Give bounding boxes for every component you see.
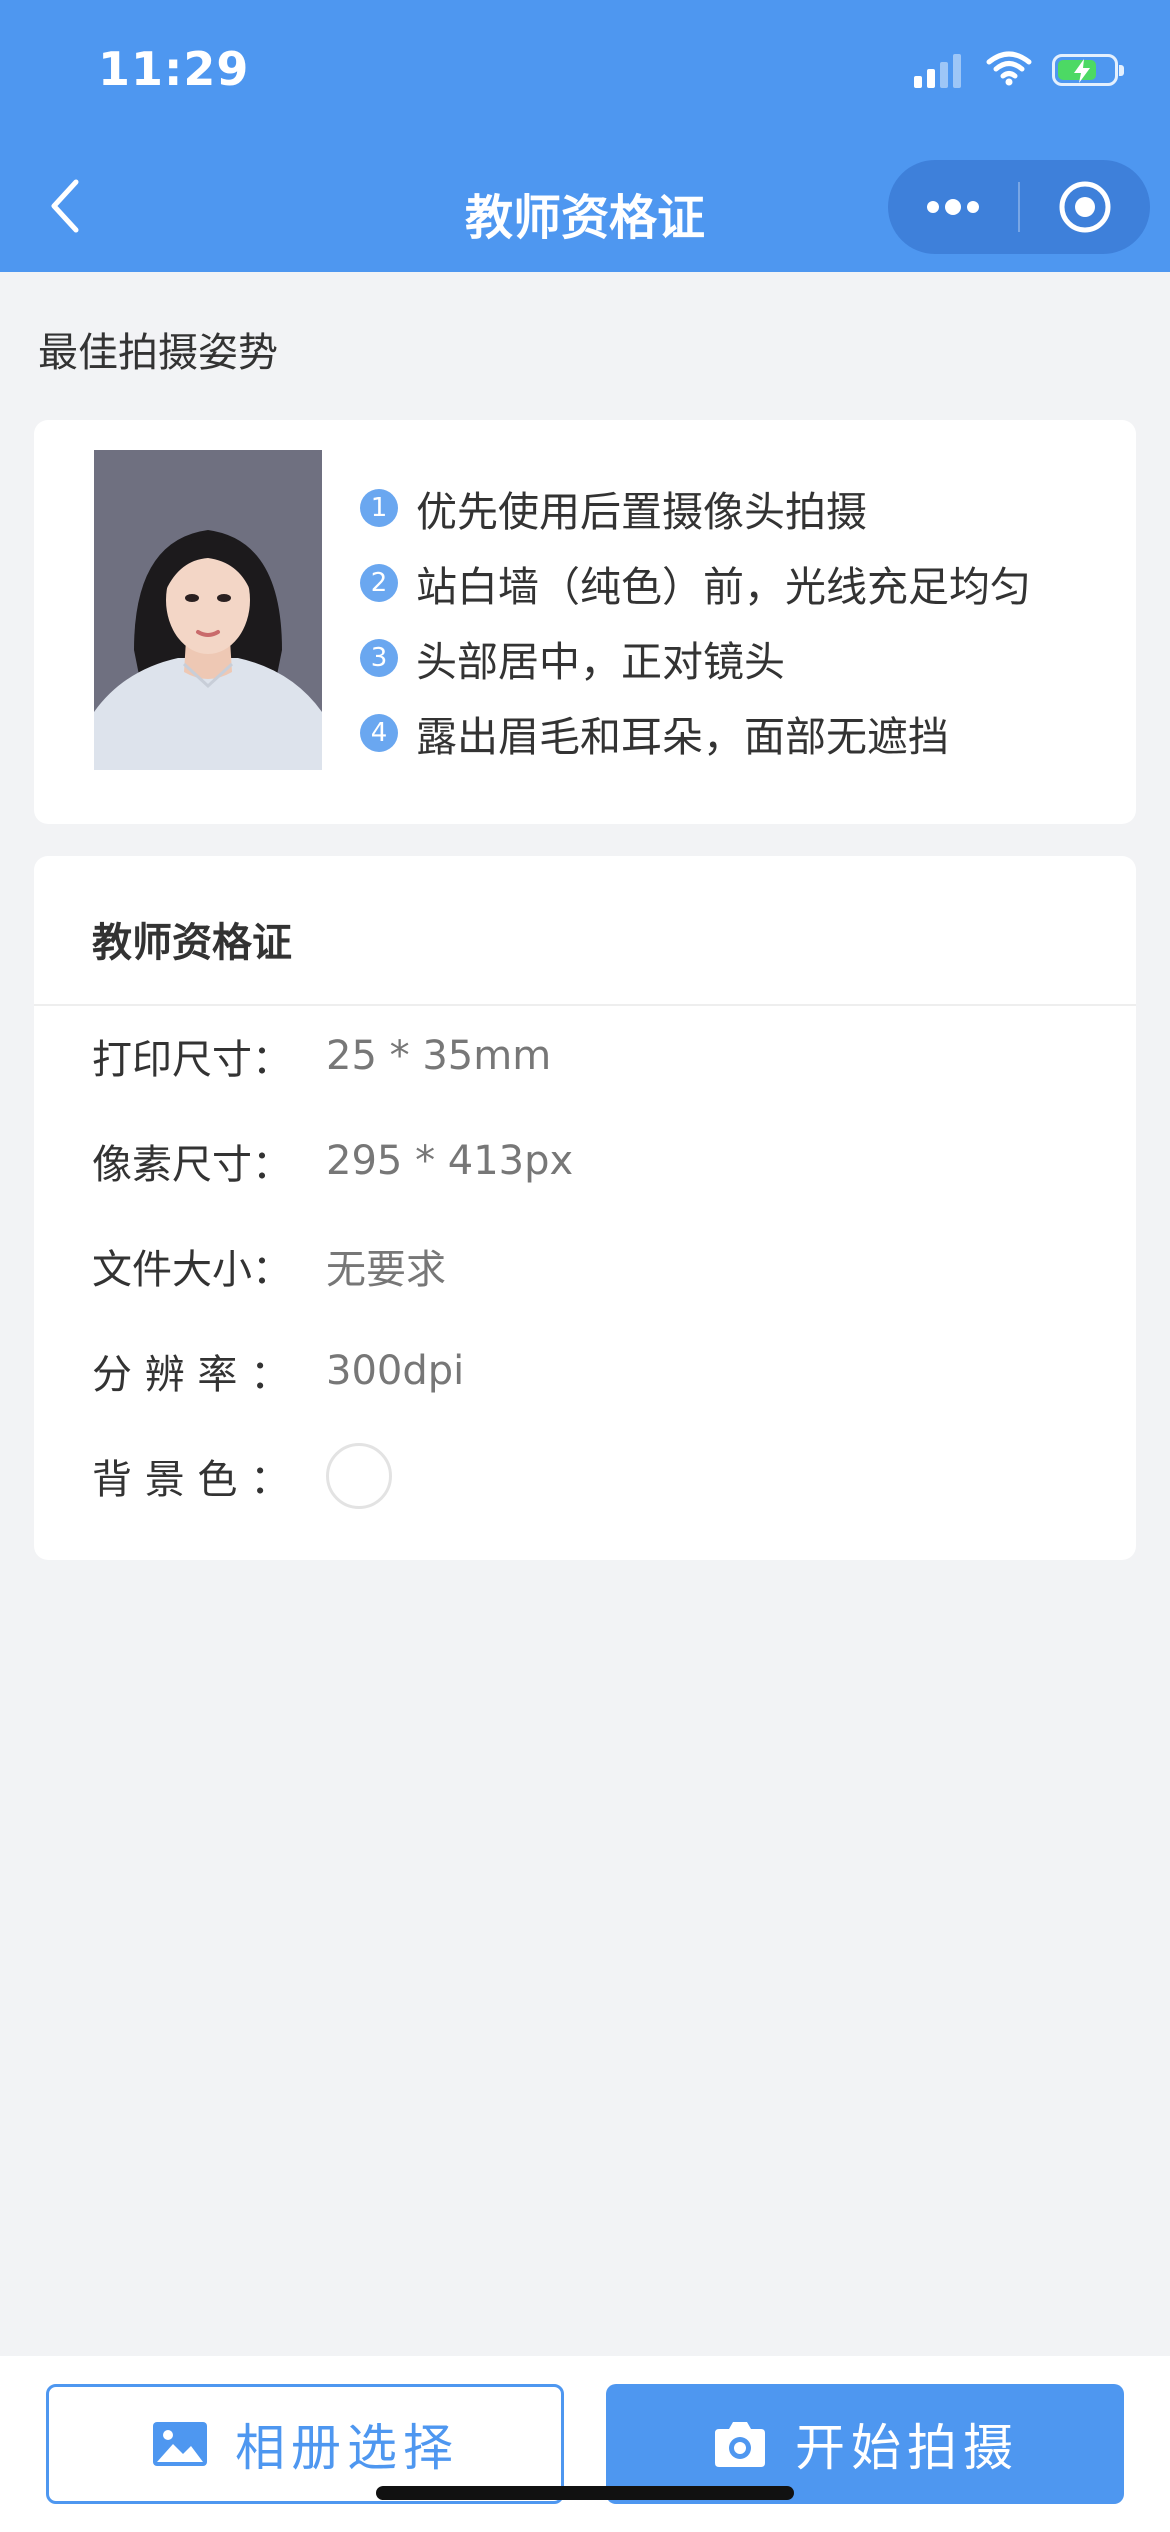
close-button[interactable] [1020, 160, 1150, 254]
spec-key: 背 景 色 ： [92, 1457, 291, 1503]
list-item: 3 头部居中，正对镜头 [360, 620, 1031, 695]
spec-value: 295 * 413px [326, 1138, 574, 1184]
list-item: 1 优先使用后置摄像头拍摄 [360, 470, 1031, 545]
album-select-label: 相册选择 [235, 2419, 459, 2477]
camera-icon [711, 2419, 769, 2469]
image-icon [151, 2420, 209, 2468]
spec-key: 分 辨 率 ： [92, 1352, 291, 1398]
nav-header: 11:29 教师资格证 [0, 0, 1170, 272]
tip-number-badge: 2 [360, 563, 398, 602]
divider [34, 1004, 1136, 1006]
tip-number-badge: 4 [360, 713, 398, 752]
sample-portrait-image [94, 450, 322, 770]
start-shooting-label: 开始拍摄 [795, 2419, 1019, 2477]
tip-number-badge: 1 [360, 488, 398, 527]
spec-key: 像素尺寸： [92, 1142, 292, 1188]
spec-value: 无要求 [326, 1247, 446, 1293]
mini-program-capsule [888, 160, 1150, 254]
spec-title: 教师资格证 [92, 920, 292, 966]
spec-row-resolution: 分 辨 率 ： 300dpi [92, 1331, 464, 1411]
spec-value: 25 * 35mm [326, 1033, 552, 1079]
status-icons [914, 50, 1124, 90]
spec-row-background-color: 背 景 色 ： [92, 1436, 392, 1516]
signal-icon [914, 52, 966, 88]
spec-row-print-size: 打印尺寸： 25 * 35mm [92, 1016, 551, 1096]
wifi-icon [986, 50, 1032, 90]
spec-key: 打印尺寸： [92, 1037, 292, 1083]
battery-icon [1052, 54, 1124, 86]
more-button[interactable] [888, 160, 1018, 254]
target-icon [1059, 181, 1111, 233]
spec-card: 教师资格证 打印尺寸： 25 * 35mm 像素尺寸： 295 * 413px … [34, 856, 1136, 1560]
tips-card: 1 优先使用后置摄像头拍摄 2 站白墙（纯色）前，光线充足均匀 3 头部居中，正… [34, 420, 1136, 824]
spec-key: 文件大小： [92, 1247, 292, 1293]
list-item: 2 站白墙（纯色）前，光线充足均匀 [360, 545, 1031, 620]
spec-row-pixel-size: 像素尺寸： 295 * 413px [92, 1121, 573, 1201]
background-color-swatch [326, 1443, 392, 1509]
tip-number-badge: 3 [360, 638, 398, 677]
list-item: 4 露出眉毛和耳朵，面部无遮挡 [360, 695, 1031, 770]
section-label: 最佳拍摄姿势 [38, 330, 278, 376]
status-time: 11:29 [98, 42, 250, 96]
tip-text: 露出眉毛和耳朵，面部无遮挡 [416, 712, 949, 761]
more-dots-icon [927, 199, 979, 215]
tip-text: 优先使用后置摄像头拍摄 [416, 487, 867, 536]
tip-text: 站白墙（纯色）前，光线充足均匀 [416, 562, 1031, 611]
tip-text: 头部居中，正对镜头 [416, 637, 785, 686]
spec-value: 300dpi [326, 1348, 465, 1394]
bottom-action-bar: 相册选择 开始拍摄 [0, 2356, 1170, 2532]
spec-row-file-size: 文件大小： 无要求 [92, 1226, 446, 1306]
home-indicator[interactable] [376, 2486, 794, 2500]
tips-list: 1 优先使用后置摄像头拍摄 2 站白墙（纯色）前，光线充足均匀 3 头部居中，正… [360, 470, 1031, 770]
